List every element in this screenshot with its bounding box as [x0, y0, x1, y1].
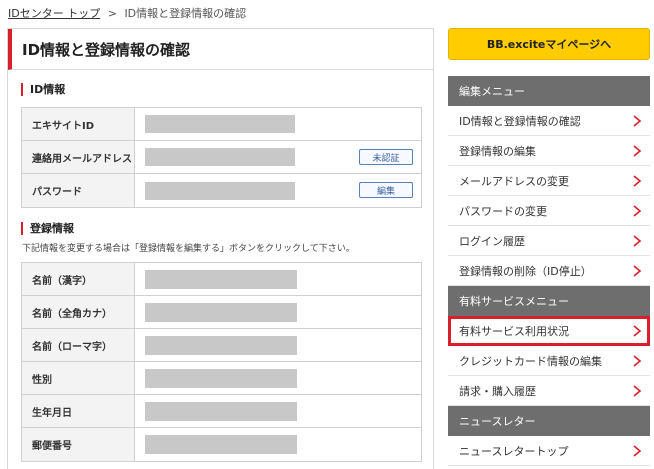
menu-item-label: 登録情報の編集 — [459, 144, 536, 158]
edit-menu-header: 編集メニュー — [448, 76, 650, 106]
table-row: 郵便番号 — [22, 428, 421, 461]
masked-value — [145, 335, 297, 355]
breadcrumb-current: ID情報と登録情報の確認 — [124, 7, 247, 20]
menu-item-label: ニュースレタートップ — [459, 444, 569, 458]
contact-email-value: 未認証 — [135, 141, 421, 173]
postal-code-value — [135, 428, 421, 461]
menu-item-credit-card[interactable]: クレジットカード情報の編集 — [448, 346, 650, 376]
table-row: 連絡用メールアドレス 未認証 — [22, 141, 421, 174]
name-roman-value — [135, 329, 421, 361]
chevron-right-icon — [633, 265, 642, 277]
table-row: 名前（ローマ字） — [22, 329, 421, 362]
masked-value — [145, 435, 297, 454]
main-panel: ID情報と登録情報の確認 ID情報 エキサイトID 連絡用メールアドレス 未認証… — [7, 28, 434, 469]
chevron-right-icon — [633, 445, 642, 457]
table-row: 生年月日 — [22, 395, 421, 428]
masked-value — [145, 368, 297, 388]
row-label-excite-id: エキサイトID — [22, 108, 135, 140]
menu-item-label: 登録情報の削除（ID停止） — [459, 264, 592, 278]
row-label-contact-email: 連絡用メールアドレス — [22, 141, 135, 173]
table-row: 名前（漢字） — [22, 263, 421, 296]
menu-item-change-password[interactable]: パスワードの変更 — [448, 196, 650, 226]
chevron-right-icon — [633, 205, 642, 217]
masked-value — [145, 181, 295, 200]
row-label-name-kanji: 名前（漢字） — [22, 263, 135, 295]
row-label-name-roman: 名前（ローマ字） — [22, 329, 135, 361]
menu-item-change-email[interactable]: メールアドレスの変更 — [448, 166, 650, 196]
menu-item-paid-service-status[interactable]: 有料サービス利用状況 — [448, 316, 650, 346]
edit-password-button[interactable]: 編集 — [359, 182, 413, 198]
menu-item-label: メールアドレスの変更 — [459, 174, 569, 188]
reg-section-note: 下記情報を変更する場合は「登録情報を編集する」ボタンをクリックして下さい。 — [22, 244, 355, 254]
newsletter-menu-header: ニュースレター — [448, 406, 650, 436]
unverified-button[interactable]: 未認証 — [359, 149, 413, 165]
chevron-right-icon — [633, 325, 642, 337]
masked-value — [145, 148, 295, 166]
reg-info-table: 名前（漢字） 名前（全角カナ） 名前（ローマ字） 性別 生年月日 郵便番号 — [21, 262, 422, 462]
menu-item-label: 有料サービス利用状況 — [459, 324, 569, 338]
menu-item-delete-registration[interactable]: 登録情報の削除（ID停止） — [448, 256, 650, 286]
breadcrumb-home-link[interactable]: IDセンター トップ — [8, 7, 100, 20]
menu-item-label: ログイン履歴 — [459, 234, 525, 248]
chevron-right-icon — [633, 385, 642, 397]
row-label-gender: 性別 — [22, 362, 135, 394]
password-value: 編集 — [135, 174, 421, 207]
row-label-name-kana: 名前（全角カナ） — [22, 296, 135, 328]
table-row: エキサイトID — [22, 108, 421, 141]
row-label-birthdate: 生年月日 — [22, 395, 135, 427]
reg-section-title: 登録情報 — [21, 222, 433, 235]
breadcrumb-separator: > — [107, 7, 117, 20]
chevron-right-icon — [633, 235, 642, 247]
breadcrumb: IDセンター トップ > ID情報と登録情報の確認 — [8, 5, 246, 21]
page-title: ID情報と登録情報の確認 — [8, 29, 433, 70]
chevron-right-icon — [633, 355, 642, 367]
table-row: 性別 — [22, 362, 421, 395]
name-kanji-value — [135, 263, 421, 295]
menu-item-login-history[interactable]: ログイン履歴 — [448, 226, 650, 256]
masked-value — [145, 115, 295, 133]
id-section-title: ID情報 — [21, 83, 433, 96]
table-row: 名前（全角カナ） — [22, 296, 421, 329]
sidebar: BB.exciteマイページへ 編集メニュー ID情報と登録情報の確認 登録情報… — [448, 28, 650, 466]
menu-item-edit-registration[interactable]: 登録情報の編集 — [448, 136, 650, 166]
mypage-button[interactable]: BB.exciteマイページへ — [448, 28, 650, 60]
menu-item-id-info[interactable]: ID情報と登録情報の確認 — [448, 106, 650, 136]
chevron-right-icon — [633, 145, 642, 157]
menu-item-label: 請求・購入履歴 — [459, 384, 536, 398]
masked-value — [145, 269, 297, 289]
table-row: パスワード 編集 — [22, 174, 421, 207]
menu-item-newsletter-top[interactable]: ニュースレタートップ — [448, 436, 650, 466]
row-label-postal-code: 郵便番号 — [22, 428, 135, 461]
menu-item-label: クレジットカード情報の編集 — [459, 354, 602, 368]
chevron-right-icon — [633, 115, 642, 127]
menu-item-label: ID情報と登録情報の確認 — [459, 114, 581, 128]
paid-menu-header: 有料サービスメニュー — [448, 286, 650, 316]
menu-item-label: パスワードの変更 — [459, 204, 547, 218]
name-kana-value — [135, 296, 421, 328]
row-label-password: パスワード — [22, 174, 135, 207]
masked-value — [145, 302, 297, 322]
birthdate-value — [135, 395, 421, 427]
gender-value — [135, 362, 421, 394]
menu-item-billing-history[interactable]: 請求・購入履歴 — [448, 376, 650, 406]
excite-id-value — [135, 108, 421, 140]
id-info-table: エキサイトID 連絡用メールアドレス 未認証 パスワード 編集 — [21, 107, 422, 208]
masked-value — [145, 401, 297, 421]
chevron-right-icon — [633, 175, 642, 187]
